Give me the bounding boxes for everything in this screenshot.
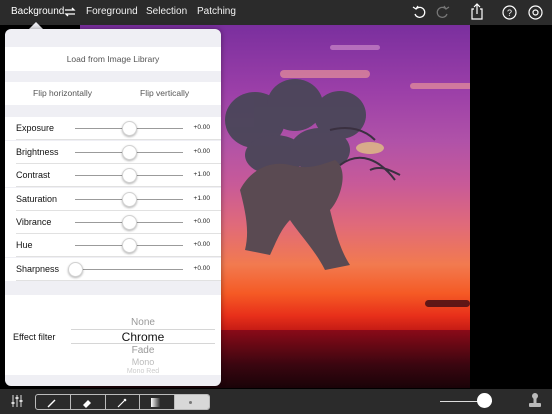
row-divider: [16, 139, 221, 140]
filter-option[interactable]: Mono: [71, 357, 215, 367]
swap-icon[interactable]: [63, 6, 77, 18]
slider-row-contrast: Contrast +1.00: [5, 164, 221, 187]
slider-row-hue: Hue +0.00: [5, 234, 221, 257]
stamp-icon[interactable]: [527, 392, 543, 410]
slider-thumb[interactable]: [122, 168, 137, 183]
slider-label: Vibrance: [16, 217, 52, 227]
cloud: [425, 300, 470, 307]
magic-wand-tool[interactable]: [106, 395, 141, 409]
slider-value: +0.00: [193, 124, 210, 131]
tree-silhouette: [225, 79, 401, 270]
tool-segmented-control: [35, 394, 210, 410]
tab-foreground[interactable]: Foreground: [86, 0, 138, 25]
eraser-icon: [82, 400, 91, 408]
slider-track[interactable]: [75, 269, 183, 270]
gradient-icon: [151, 398, 161, 407]
slider-row-vibrance: Vibrance +0.00: [5, 211, 221, 234]
svg-text:?: ?: [507, 8, 512, 18]
eraser-tool[interactable]: [71, 395, 106, 409]
slider-label: Exposure: [16, 123, 55, 133]
slider-row-saturation: Saturation +1.00: [5, 188, 221, 211]
slider-thumb[interactable]: [122, 121, 137, 136]
adjustments-icon[interactable]: [10, 394, 24, 408]
slider-label: Contrast: [16, 170, 51, 180]
brush-tool[interactable]: [36, 395, 71, 409]
share-icon[interactable]: [470, 3, 484, 20]
help-icon[interactable]: ?: [502, 5, 517, 20]
slider-label: Brightness: [16, 147, 59, 157]
magic-wand-icon: [117, 398, 126, 408]
slider-thumb[interactable]: [68, 262, 83, 277]
flip-row: Flip horizontally Flip vertically: [5, 82, 221, 105]
undo-icon[interactable]: [412, 5, 426, 19]
canvas-margin: [470, 25, 552, 388]
tab-patching[interactable]: Patching: [197, 0, 236, 25]
slider-label: Sharpness: [16, 264, 60, 274]
load-image-button[interactable]: Load from Image Library: [5, 54, 221, 64]
settings-icon[interactable]: [528, 5, 543, 20]
filter-option[interactable]: Fade: [71, 345, 215, 356]
app-window: Background Foreground Selection Patching…: [0, 0, 552, 414]
slider-thumb[interactable]: [122, 192, 137, 207]
slider-value: +1.00: [193, 171, 210, 178]
brush-icon: [47, 399, 56, 408]
flip-horizontal-button[interactable]: Flip horizontally: [33, 88, 92, 98]
slider-value: +0.00: [193, 148, 210, 155]
top-toolbar: Background Foreground Selection Patching…: [0, 0, 552, 25]
load-row[interactable]: Load from Image Library: [5, 47, 221, 71]
filter-option[interactable]: None: [71, 317, 215, 328]
gradient-tool[interactable]: [140, 395, 176, 409]
effect-filter-picker[interactable]: Effect filter None Chrome Fade Mono Mono…: [5, 295, 221, 375]
dot-tool[interactable]: [175, 395, 209, 409]
cloud: [330, 45, 380, 50]
slider-thumb[interactable]: [122, 238, 137, 253]
slider-row-brightness: Brightness +0.00: [5, 141, 221, 164]
row-divider: [16, 280, 221, 281]
slider-value: +1.00: [193, 195, 210, 202]
filter-option-selected[interactable]: Chrome: [71, 330, 215, 344]
slider-value: +0.00: [193, 265, 210, 272]
slider-row-exposure: Exposure +0.00: [5, 117, 221, 140]
slider-thumb[interactable]: [122, 215, 137, 230]
redo-icon[interactable]: [436, 5, 450, 19]
dot-icon: [189, 401, 193, 404]
filter-option[interactable]: Mono Red: [71, 368, 215, 375]
zoom-slider-thumb[interactable]: [476, 393, 492, 408]
flip-vertical-button[interactable]: Flip vertically: [140, 88, 189, 98]
background-settings-popover: Load from Image Library Flip horizontall…: [5, 29, 221, 386]
row-divider: [16, 186, 221, 187]
row-divider: [16, 256, 221, 257]
slider-thumb[interactable]: [122, 145, 137, 160]
slider-label: Hue: [16, 240, 33, 250]
slider-value: +0.00: [193, 218, 210, 225]
slider-value: +0.00: [193, 241, 210, 248]
tab-selection[interactable]: Selection: [146, 0, 187, 25]
slider-label: Saturation: [16, 194, 58, 204]
effect-filter-label: Effect filter: [13, 332, 56, 342]
slider-row-sharpness: Sharpness +0.00: [5, 258, 221, 281]
